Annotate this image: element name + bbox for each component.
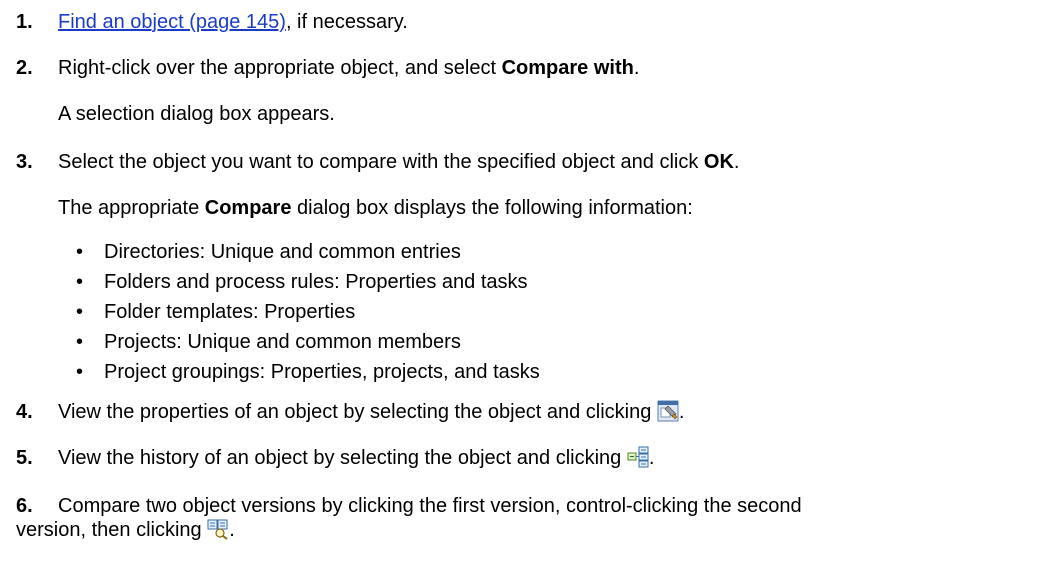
list-item-text: Folder templates: Properties bbox=[104, 301, 356, 323]
step-text: Find an object (page 145), if necessary. bbox=[58, 10, 1046, 34]
step-text-line-1: Compare two object versions by clicking … bbox=[58, 495, 802, 517]
step-number: 6. bbox=[16, 495, 33, 517]
step-text: View the properties of an object by sele… bbox=[58, 400, 1046, 424]
step-text-main: View the properties of an object by sele… bbox=[58, 401, 657, 423]
list-item-text: Projects: Unique and common members bbox=[104, 331, 461, 353]
step-text: Compare two object versions by clicking … bbox=[58, 494, 1046, 518]
step-text-after-link: , if necessary. bbox=[285, 11, 408, 33]
bullet-marker: • bbox=[76, 331, 84, 353]
step-text: Right-click over the appropriate object,… bbox=[58, 56, 1046, 80]
step-text-end: . bbox=[678, 401, 685, 423]
step-text: View the history of an object by selecti… bbox=[58, 446, 1046, 470]
step-text-end: . bbox=[648, 447, 655, 469]
step-number: 4. bbox=[16, 401, 33, 423]
history-icon bbox=[627, 446, 649, 468]
step-number: 3. bbox=[16, 151, 33, 173]
bullet-marker: • bbox=[76, 301, 84, 323]
step-text-after: . bbox=[633, 57, 640, 79]
step-text-main: View the history of an object by selecti… bbox=[58, 447, 627, 469]
step-number: 5. bbox=[16, 447, 33, 469]
find-object-link[interactable]: Find an object (page 145) bbox=[58, 11, 286, 33]
step-number: 2. bbox=[16, 57, 33, 79]
properties-icon bbox=[657, 400, 679, 422]
step-number: 1. bbox=[16, 11, 33, 33]
bullet-marker: • bbox=[76, 361, 84, 383]
compare-dialog-note: The appropriate Compare dialog box displ… bbox=[58, 196, 693, 220]
document-page: 1. Find an object (page 145), if necessa… bbox=[0, 0, 1050, 580]
step-text-line-2: version, then clicking bbox=[16, 519, 208, 541]
compare-label: Compare bbox=[204, 197, 292, 219]
bullet-marker: • bbox=[76, 241, 84, 263]
step-text: version, then clicking . bbox=[16, 518, 1046, 542]
compare-versions-icon bbox=[207, 518, 229, 540]
list-item-text: Folders and process rules: Properties an… bbox=[104, 271, 528, 293]
step-text-before: Select the object you want to compare wi… bbox=[58, 151, 704, 173]
note-text-after: dialog box displays the following inform… bbox=[291, 197, 693, 219]
step-text-before: Right-click over the appropriate object,… bbox=[58, 57, 502, 79]
list-item-text: Project groupings: Properties, projects,… bbox=[104, 361, 540, 383]
step-text: Select the object you want to compare wi… bbox=[58, 150, 1046, 174]
ok-label: OK bbox=[703, 151, 734, 173]
step-text-after: . bbox=[733, 151, 740, 173]
step-text-end: . bbox=[229, 519, 235, 541]
list-item-text: Directories: Unique and common entries bbox=[104, 241, 461, 263]
selection-dialog-note: A selection dialog box appears. bbox=[58, 103, 335, 125]
bullet-marker: • bbox=[76, 271, 84, 293]
compare-with-label: Compare with bbox=[501, 57, 634, 79]
note-text-before: The appropriate bbox=[58, 197, 205, 219]
